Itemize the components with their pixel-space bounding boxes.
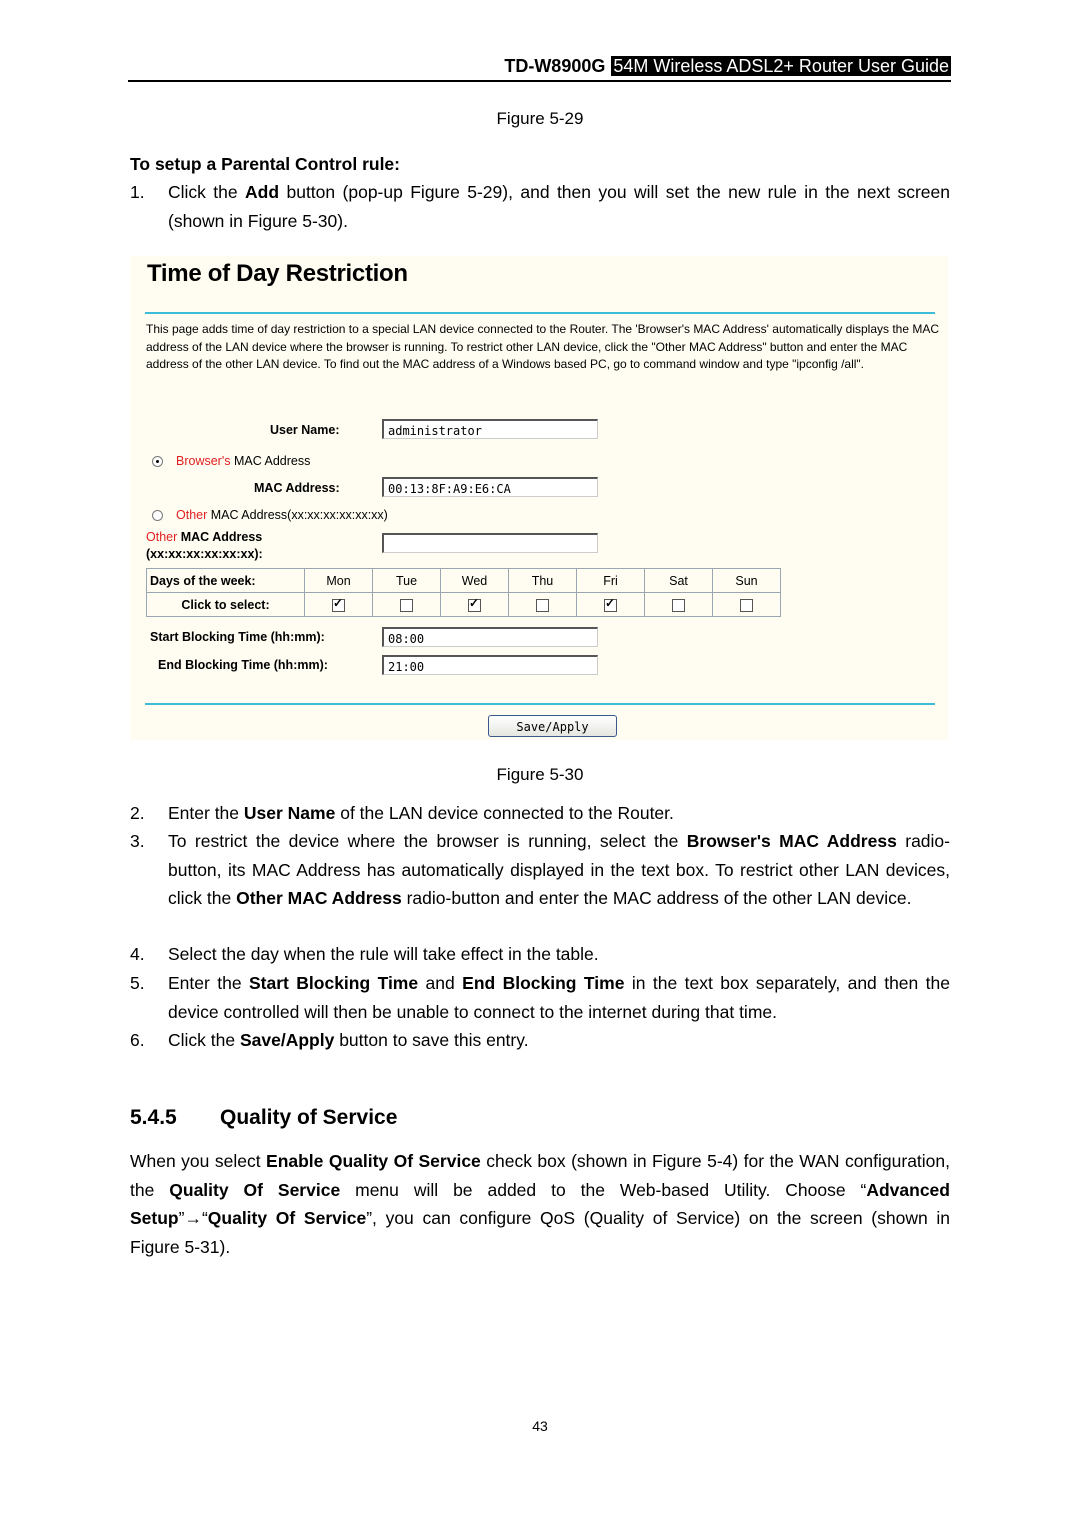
text-run: When you select <box>130 1151 267 1171</box>
figure-caption-5-29: Figure 5-29 <box>496 109 584 128</box>
bold-term: User Name <box>243 803 336 823</box>
bold-term: Add <box>245 182 280 202</box>
checkbox-thu[interactable] <box>536 598 549 612</box>
start-time-label: Start Blocking Time (hh:mm): <box>150 630 325 644</box>
save-apply-button[interactable]: Save/Apply <box>488 715 617 737</box>
text-run: Enter the <box>168 803 244 823</box>
step-text: To restrict the device where the browser… <box>168 827 950 913</box>
panel-description: This page adds time of day restriction t… <box>146 322 940 371</box>
day-fri: Fri <box>576 568 645 593</box>
other-mac-red-text: Other <box>176 508 208 522</box>
day-tue: Tue <box>372 568 441 593</box>
checkbox-sat[interactable] <box>672 598 685 612</box>
mac-address-input[interactable]: 00:13:8F:A9:E6:CA <box>382 477 598 497</box>
other-mac-label-red: Other <box>146 530 178 544</box>
text-run: Select the day when the rule will take e… <box>168 944 599 964</box>
step-text: Select the day when the rule will take e… <box>168 940 950 969</box>
page-header: TD-W8900G 54M Wireless ADSL2+ Router User… <box>128 56 951 82</box>
browser-mac-radio[interactable] <box>152 456 163 467</box>
bold-term: End Blocking Time <box>462 973 625 993</box>
guide-title: 54M Wireless ADSL2+ Router User Guide <box>611 56 951 76</box>
text-run: ”→“ <box>178 1208 208 1228</box>
checkbox-tue[interactable] <box>400 598 413 612</box>
checkbox-wed[interactable] <box>468 596 481 612</box>
other-mac-label-text: MAC Address <box>177 530 263 544</box>
step-1: 1. Click the Add button (pop-up Figure 5… <box>130 178 950 235</box>
day-wed: Wed <box>440 568 509 593</box>
step-6: 6. Click the Save/Apply button to save t… <box>130 1026 950 1055</box>
days-select-row: Click to select: <box>146 592 781 617</box>
step-number: 1. <box>130 182 145 202</box>
bold-term: Browser's MAC Address <box>686 831 897 851</box>
step-5: 5. Enter the Start Blocking Time and End… <box>130 969 950 1026</box>
other-mac-radio[interactable] <box>152 510 163 521</box>
step-number: 4. <box>130 944 145 964</box>
other-mac-text: MAC Address(xx:xx:xx:xx:xx:xx) <box>207 508 388 522</box>
text-run: of the LAN device connected to the Route… <box>335 803 674 823</box>
days-table: Days of the week: Mon Tue Wed Thu Fri Sa… <box>146 568 781 617</box>
step-2: 2. Enter the User Name of the LAN device… <box>130 799 950 828</box>
bold-term: Start Blocking Time <box>248 973 419 993</box>
browser-mac-text: MAC Address <box>230 454 311 468</box>
day-sun: Sun <box>712 568 781 593</box>
section-title: Quality of Service <box>220 1106 398 1129</box>
section-heading: 5.4.5 Quality of Service <box>130 1106 397 1130</box>
page-number: 43 <box>532 1418 548 1434</box>
days-header-row: Days of the week: Mon Tue Wed Thu Fri Sa… <box>146 568 781 593</box>
other-mac-label: Other MAC Address (xx:xx:xx:xx:xx:xx): <box>146 529 263 563</box>
end-time-label: End Blocking Time (hh:mm): <box>158 658 328 672</box>
time-of-day-restriction-panel: Time of Day Restriction This page adds t… <box>130 256 948 740</box>
user-name-input[interactable]: administrator <box>382 419 598 439</box>
checkbox-mon[interactable] <box>332 596 345 612</box>
step-text: Click the Add button (pop-up Figure 5-29… <box>168 178 950 235</box>
mac-address-label: MAC Address: <box>254 481 340 495</box>
setup-heading: To setup a Parental Control rule: <box>130 154 400 174</box>
text-run: radio-button and enter the MAC address o… <box>401 888 912 908</box>
step-text: Click the Save/Apply button to save this… <box>168 1026 950 1055</box>
checkbox-sun[interactable] <box>740 598 753 612</box>
step-number: 3. <box>130 831 145 851</box>
bold-term: Quality Of Service <box>207 1208 367 1228</box>
text-run: Click the <box>168 182 246 202</box>
day-sat: Sat <box>644 568 713 593</box>
browser-mac-radio-label: Browser's MAC Address <box>176 454 310 468</box>
select-label: Click to select: <box>146 592 305 617</box>
text-run: menu will be added to the Web-based Util… <box>340 1179 867 1200</box>
qos-paragraph: When you select Enable Quality Of Servic… <box>130 1147 950 1261</box>
step-text: Enter the Start Blocking Time and End Bl… <box>168 969 950 1026</box>
model-name: TD-W8900G <box>504 56 606 76</box>
step-number: 6. <box>130 1030 145 1050</box>
step-3: 3. To restrict the device where the brow… <box>130 827 950 913</box>
other-mac-input[interactable] <box>382 533 598 553</box>
checkbox-fri[interactable] <box>604 596 617 612</box>
text-run: Click the <box>168 1030 240 1050</box>
other-mac-radio-label: Other MAC Address(xx:xx:xx:xx:xx:xx) <box>176 508 388 522</box>
section-number: 5.4.5 <box>130 1106 177 1129</box>
bold-term: Save/Apply <box>239 1030 335 1050</box>
bold-term: Other MAC Address <box>236 888 402 908</box>
browser-mac-red-text: Browser's <box>176 454 231 468</box>
user-name-label: User Name: <box>270 423 340 437</box>
text-run: Enter the <box>168 973 249 993</box>
divider-bottom <box>145 703 935 705</box>
end-time-input[interactable]: 21:00 <box>382 655 598 675</box>
divider <box>145 312 935 314</box>
step-text: Enter the User Name of the LAN device co… <box>168 799 950 828</box>
text-run: and <box>418 973 463 993</box>
day-thu: Thu <box>508 568 577 593</box>
days-label: Days of the week: <box>146 568 305 593</box>
bold-term: Quality Of Service <box>169 1179 341 1200</box>
text-run: To restrict the device where the browser… <box>168 831 687 851</box>
start-time-input[interactable]: 08:00 <box>382 627 598 647</box>
other-mac-format: (xx:xx:xx:xx:xx:xx): <box>146 547 263 561</box>
figure-caption-5-30: Figure 5-30 <box>496 765 584 784</box>
step-number: 5. <box>130 973 145 993</box>
step-4: 4. Select the day when the rule will tak… <box>130 940 950 969</box>
panel-title: Time of Day Restriction <box>147 260 408 287</box>
day-mon: Mon <box>304 568 373 593</box>
text-run: button to save this entry. <box>334 1030 529 1050</box>
step-number: 2. <box>130 803 145 823</box>
bold-term: Enable Quality Of Service <box>266 1151 481 1171</box>
text-run: button (pop-up Figure 5-29), and then yo… <box>168 182 951 231</box>
